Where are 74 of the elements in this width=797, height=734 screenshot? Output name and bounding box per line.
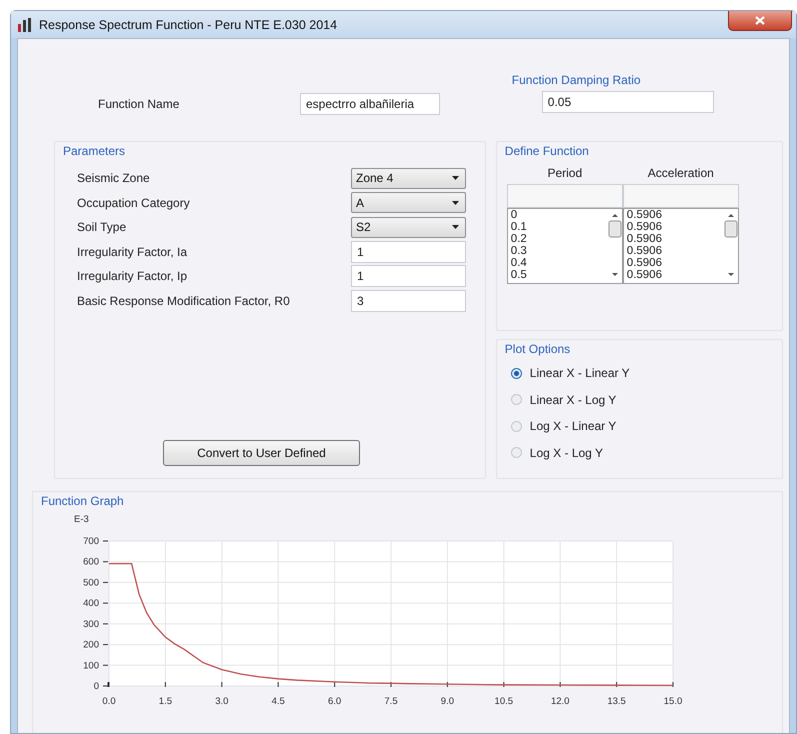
field-label: Irregularity Factor, Ip [77,269,188,284]
field-label: Basic Response Modification Factor, R0 [77,294,291,308]
column-header: Acceleration [646,166,715,180]
group-title: Function Damping Ratio [512,73,642,87]
field-label: Function Name [97,97,180,111]
radio-label: Linear X - Log Y [530,392,616,407]
window-title: Response Spectrum Function - Peru NTE E.030 2014 [39,18,338,32]
list-item[interactable]: 0.5906 [626,221,724,233]
list-item[interactable]: 0.4 [510,257,608,269]
dropdown[interactable]: A [351,192,466,214]
group-title: Plot Options [504,342,572,356]
tick-label: 15.0 [664,696,682,707]
tick-label: 3.0 [215,696,228,707]
input-field[interactable]: 1 [351,240,466,263]
group-title: Function Graph [41,494,125,508]
tick-label: 200 [83,640,99,651]
function-name-field[interactable]: espectrro albañileria [300,93,440,115]
field-label: Irregularity Factor, Ia [77,244,188,259]
input-field[interactable]: 3 [351,290,466,312]
list-item[interactable]: 0.2 [510,233,608,245]
list-item[interactable]: 0.1 [510,221,608,233]
tick-label: 7.5 [384,696,398,707]
group-title: Parameters [63,144,126,158]
convert-button[interactable]: Convert to User Defined [163,440,360,466]
tick-label: 10.5 [494,696,514,707]
tick-label: 100 [83,660,99,672]
column-header: Period [546,166,584,180]
field-label: Occupation Category [77,196,191,210]
dropdown[interactable]: Zone 4 [351,168,466,189]
tick-label: 9.0 [440,696,454,707]
list-item[interactable]: 0.3 [510,245,608,257]
input-field[interactable] [622,184,739,208]
tick-label: 0 [94,681,99,692]
list-item[interactable]: 0 [510,209,608,221]
field-label: Seismic Zone [77,171,151,186]
radio-button[interactable] [510,447,522,458]
close-icon [755,16,765,25]
caret-icon [452,176,459,180]
radio-button[interactable] [510,368,522,379]
tick-label: 4.5 [272,696,285,707]
list-item[interactable]: 0.5906 [626,209,724,221]
tick-label: 1.5 [158,696,172,707]
list-box[interactable]: 0 0.1 0.2 0.3 0.4 0.5 [506,208,623,284]
input-field[interactable] [506,184,623,208]
tick-label: 700 [83,536,99,547]
caret-icon [452,200,459,205]
app-icon [17,18,33,32]
tick-label: 13.5 [607,696,626,707]
tick-label: 500 [83,577,99,588]
input-field[interactable]: 1 [351,265,466,288]
list-item[interactable]: 0.5906 [626,233,724,245]
tick-label: 0.0 [102,696,116,707]
tick-label: 12.0 [550,696,570,707]
radio-button[interactable] [510,420,522,432]
damping-ratio-field[interactable]: 0.05 [542,91,714,113]
dropdown[interactable]: S2 [351,216,466,238]
list-box[interactable]: 0.5906 0.5906 0.5906 0.5906 0.5906 0.5906 [622,208,739,284]
tick-label: 400 [83,598,99,610]
list-item[interactable]: 0.5906 [626,257,724,269]
tick-label: 6.0 [328,696,342,707]
axis-label: E-3 [74,514,89,525]
list-item[interactable]: 0.5906 [626,245,724,257]
radio-label: Linear X - Linear Y [530,366,630,380]
tick-label: 600 [83,556,99,568]
group-title: Define Function [504,144,590,158]
field-label: Soil Type [77,220,128,234]
radio-label: Log X - Log Y [530,446,603,460]
radio-button[interactable] [510,394,522,406]
tick-label: 300 [83,618,99,630]
list-item[interactable]: 0.5 [510,269,608,281]
radio-label: Log X - Linear Y [530,419,616,434]
list-item[interactable]: 0.5906 [626,269,724,281]
caret-icon [452,225,459,230]
close-button[interactable] [728,11,792,31]
